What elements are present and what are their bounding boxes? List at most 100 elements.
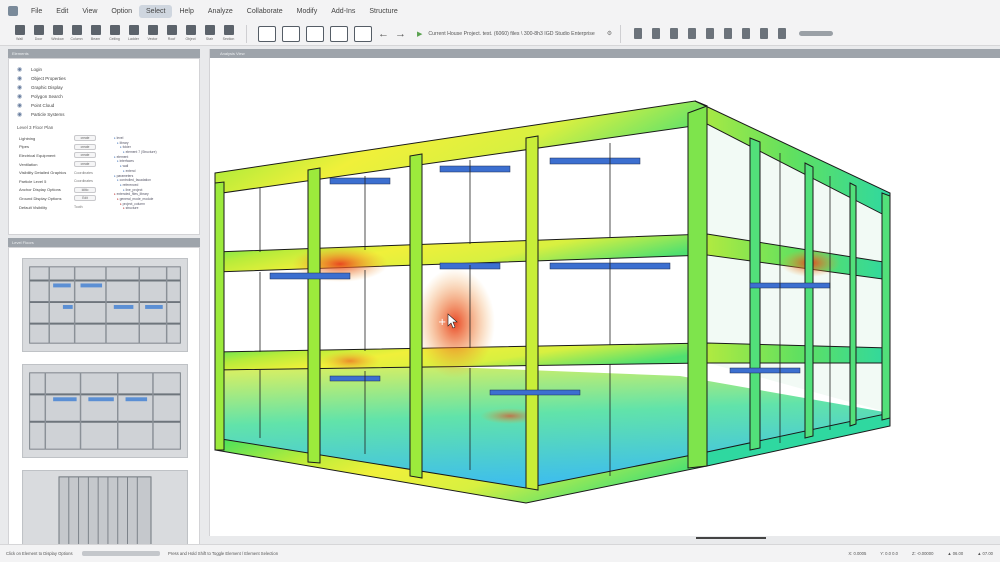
tree-node-label: wall <box>122 164 129 169</box>
bookmark-icon[interactable] <box>742 28 751 39</box>
import-tool-icon[interactable] <box>330 25 348 42</box>
option-label: Particle Level 5 <box>19 178 47 184</box>
menu-option[interactable]: Option <box>104 5 139 18</box>
object-properties-icon: ◉ <box>17 76 23 82</box>
home-icon[interactable] <box>724 28 733 39</box>
thumbs-header: Level Floors <box>8 238 200 247</box>
stack-icon[interactable] <box>760 28 769 39</box>
copy-tool-icon[interactable] <box>282 25 300 42</box>
create-button[interactable]: create <box>74 152 96 159</box>
options-area: Lightning create Pipes create Electrical E… <box>9 134 199 211</box>
tag-icon[interactable] <box>652 28 661 39</box>
export-tool-icon[interactable] <box>306 25 324 42</box>
building-heatmap-model[interactable]: + <box>210 58 1000 536</box>
tool-ceiling[interactable]: Ceiling <box>105 23 124 45</box>
tool-roof[interactable]: Roof <box>162 23 181 45</box>
window-icon <box>52 24 63 35</box>
section-title: Level 3 Floor Plan <box>17 125 54 130</box>
option-row: Anchor Display Options Iditio <box>19 186 114 195</box>
option-label: Default Visibility <box>19 204 48 210</box>
option-label: Lightning <box>19 135 36 141</box>
tool-label: Object <box>185 36 196 41</box>
project-path-field[interactable]: ▶ Current House Project. test. (6060) fi… <box>417 30 612 38</box>
point-cloud-icon: ◉ <box>17 103 23 109</box>
document-tool-icon[interactable] <box>354 25 372 42</box>
tool-column[interactable]: Column <box>67 23 86 45</box>
3d-viewport[interactable]: Analysis View + <box>209 49 1000 539</box>
menu-analyze[interactable]: Analyze <box>201 5 240 18</box>
menu-add-ins[interactable]: Add-Ins <box>324 5 362 18</box>
layer-point-cloud[interactable]: ◉ Point Cloud <box>17 101 199 110</box>
status-bar: Click on Element to Display Options Pres… <box>0 544 1000 562</box>
menu-modify[interactable]: Modify <box>290 5 325 18</box>
tree-node-label: library <box>119 140 129 145</box>
ladder-icon <box>128 24 139 35</box>
option-value[interactable]: Tooth <box>74 205 83 209</box>
play-icon[interactable]: ▶ <box>417 30 422 38</box>
polygon-search-icon: ◉ <box>17 94 23 100</box>
layer-label: Particle Systems <box>31 112 65 117</box>
option-button[interactable]: Iditio <box>74 186 96 193</box>
align-icon[interactable] <box>706 28 715 39</box>
tree-node[interactable]: ▸ structure <box>114 206 194 211</box>
coord-z: Z: -0.00000 <box>911 551 934 556</box>
floor-thumbnail-2[interactable] <box>22 364 188 458</box>
tree-node-label: structure <box>125 206 139 211</box>
layer-graphic-display[interactable]: ◉ Graphic Display <box>17 83 199 92</box>
tool-stair[interactable]: Stair <box>200 23 219 45</box>
menu-structure[interactable]: Structure <box>362 5 404 18</box>
layer-label: Object Properties <box>31 76 66 81</box>
door-icon <box>33 24 44 35</box>
menu-collaborate[interactable]: Collaborate <box>240 5 290 18</box>
progress-bar <box>82 551 160 556</box>
tree-node-label: level <box>116 136 124 140</box>
viewport-scrollbar[interactable] <box>696 537 766 539</box>
option-value[interactable]: Coordinates <box>74 171 93 175</box>
create-button[interactable]: create <box>74 143 96 150</box>
layer-particle-systems[interactable]: ◉ Particle Systems <box>17 110 199 119</box>
tool-door[interactable]: Door <box>29 23 48 45</box>
vector-icon <box>147 24 158 35</box>
layer-label: Login <box>31 67 43 72</box>
option-value[interactable]: Coordinates <box>74 179 93 183</box>
layout-tool-icon[interactable] <box>258 25 276 42</box>
pin-icon[interactable] <box>670 28 679 39</box>
separator <box>246 24 247 43</box>
left-panel: Elements ◉ Login ◉ Object Properties ◉ Grap… <box>8 49 200 562</box>
option-row: Particle Level 5 Coordinates <box>19 177 114 186</box>
page-icon[interactable] <box>634 28 643 39</box>
floor-thumbnail-1[interactable] <box>22 258 188 352</box>
menu-file[interactable]: File <box>24 5 49 18</box>
edit-button[interactable]: Edit <box>74 195 96 202</box>
menu-edit[interactable]: Edit <box>49 5 75 18</box>
tool-vector[interactable]: Vector <box>143 23 162 45</box>
menu-help[interactable]: Help <box>172 5 200 18</box>
status-hint: Press and Hold Shift to Toggle Element /… <box>168 551 279 556</box>
roof-band-front <box>214 100 708 195</box>
layer-label: Point Cloud <box>31 103 55 108</box>
trash-icon[interactable] <box>778 28 787 39</box>
tree-node-label: element 7 (Structure) <box>125 150 157 155</box>
tool-window[interactable]: Window <box>48 23 67 45</box>
create-button[interactable]: create <box>74 135 96 142</box>
back-icon[interactable] <box>688 28 697 39</box>
tree-node-label: project_column <box>122 201 145 206</box>
roof-icon <box>166 24 177 35</box>
create-button[interactable]: create <box>74 161 96 168</box>
tool-section[interactable]: Section <box>219 23 238 45</box>
undo-icon[interactable]: ← <box>378 28 389 40</box>
tool-beam[interactable]: Beam <box>86 23 105 45</box>
stair-icon <box>204 24 215 35</box>
tool-wall[interactable]: Wall <box>10 23 29 45</box>
status-message: Click on Element to Display Options <box>6 551 73 556</box>
layer-polygon-search[interactable]: ◉ Polygon Search <box>17 92 199 101</box>
settings-icon[interactable]: ⚙ <box>607 30 612 37</box>
redo-icon[interactable]: → <box>395 28 406 40</box>
tool-object[interactable]: Object <box>181 23 200 45</box>
menu-view[interactable]: View <box>75 5 104 18</box>
zoom-slider[interactable] <box>799 31 834 36</box>
tool-ladder[interactable]: Ladder <box>124 23 143 45</box>
menu-select[interactable]: Select <box>139 4 173 18</box>
layer-login[interactable]: ◉ Login <box>17 65 199 74</box>
layer-object-properties[interactable]: ◉ Object Properties <box>17 74 199 83</box>
